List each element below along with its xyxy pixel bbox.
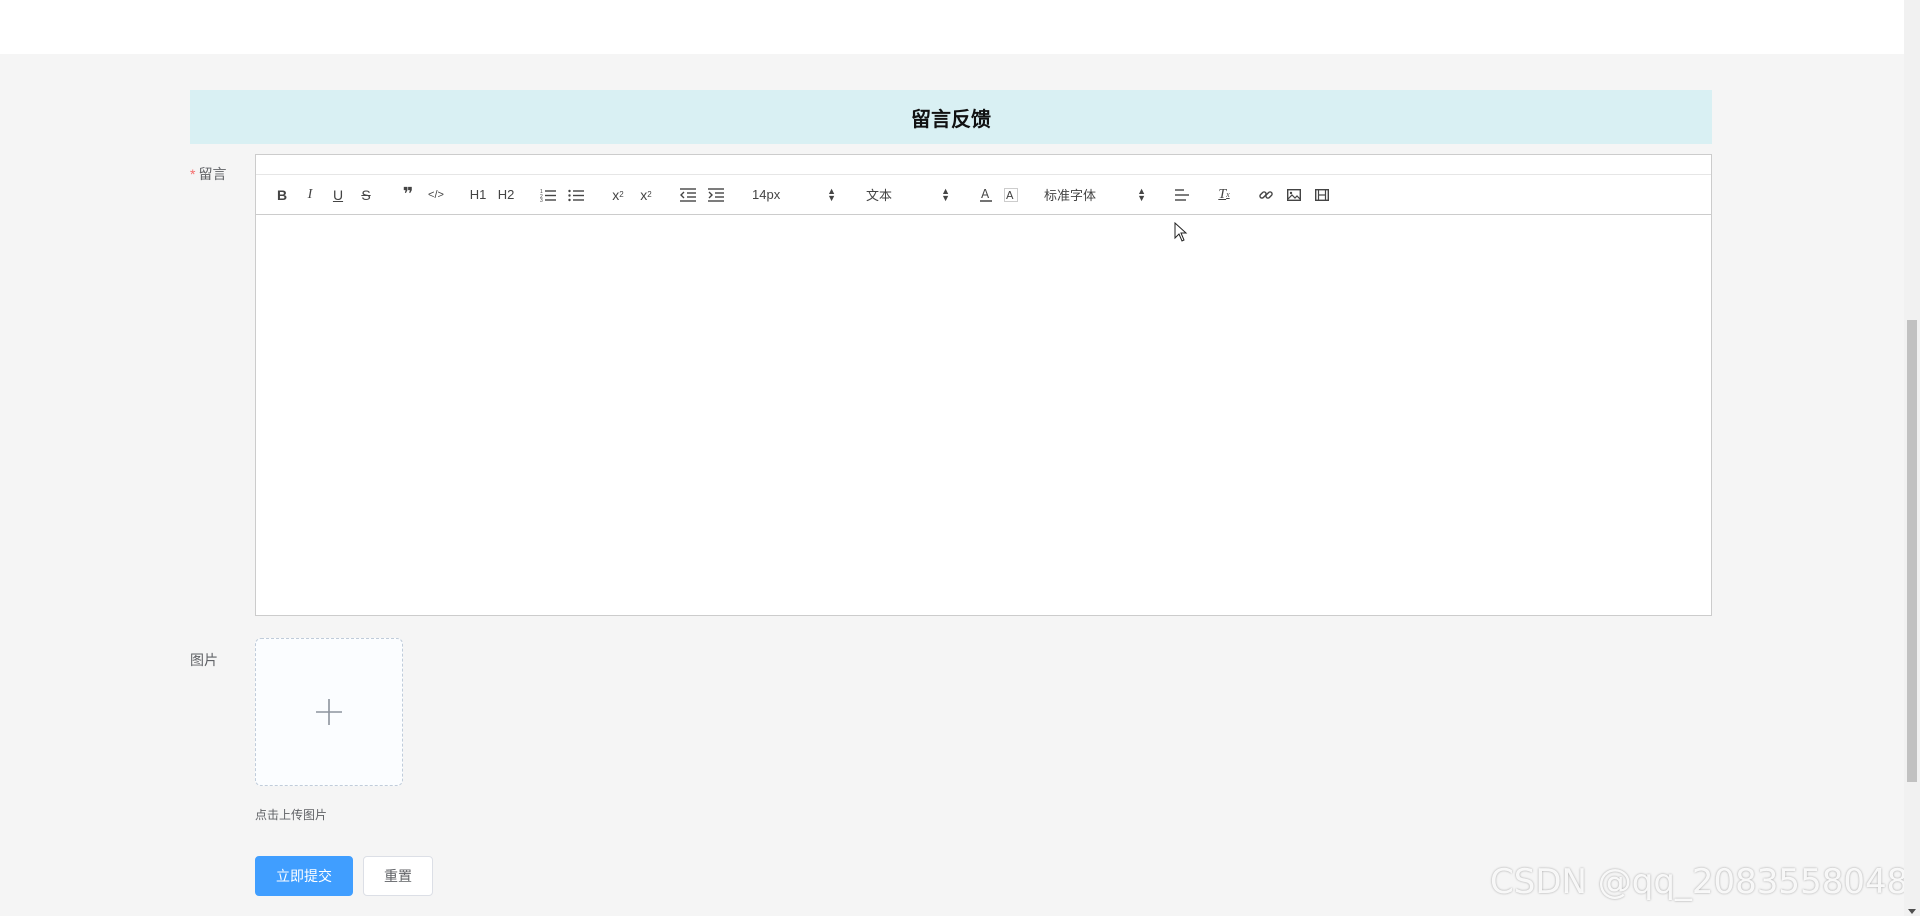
- upload-tip: 点击上传图片: [255, 808, 328, 822]
- editor-top-area: [256, 155, 1711, 175]
- header-select[interactable]: 文本 ▲ ▼: [858, 183, 958, 207]
- underline-icon[interactable]: U: [324, 183, 352, 207]
- align-icon[interactable]: [1168, 183, 1196, 207]
- select-caret-icon: ▲ ▼: [941, 185, 950, 203]
- scrollbar-thumb[interactable]: [1907, 320, 1917, 782]
- strike-icon[interactable]: S: [352, 183, 380, 207]
- select-caret-icon: ▲ ▼: [1137, 185, 1146, 203]
- video-icon[interactable]: [1308, 183, 1336, 207]
- mouse-cursor-icon: [1174, 222, 1188, 242]
- image-upload-box[interactable]: [255, 638, 403, 786]
- page-title-bar: 留言反馈: [190, 90, 1712, 144]
- font-size-select[interactable]: 14px ▲ ▼: [744, 183, 844, 207]
- background-color-icon[interactable]: A: [1000, 183, 1022, 207]
- submit-button[interactable]: 立即提交: [255, 856, 353, 896]
- superscript-icon[interactable]: x2: [632, 183, 660, 207]
- font-family-select[interactable]: 标准字体 ▲ ▼: [1036, 183, 1154, 207]
- plus-icon: [316, 699, 342, 725]
- bold-icon[interactable]: B: [268, 183, 296, 207]
- indent-icon[interactable]: [702, 183, 730, 207]
- subscript-icon[interactable]: x2: [604, 183, 632, 207]
- outdent-icon[interactable]: [674, 183, 702, 207]
- link-icon[interactable]: [1252, 183, 1280, 207]
- rich-text-editor: B I U S ❞ </> H1 H2 123 x2 x2 14px ▲ ▼ 文…: [255, 154, 1712, 616]
- editor-content-area[interactable]: [256, 216, 1711, 615]
- image-icon[interactable]: [1280, 183, 1308, 207]
- italic-icon[interactable]: I: [296, 183, 324, 207]
- bullet-list-icon[interactable]: [562, 183, 590, 207]
- select-caret-icon: ▲ ▼: [827, 185, 836, 203]
- page-scrollbar[interactable]: [1904, 0, 1920, 916]
- required-mark: *: [190, 166, 196, 182]
- blockquote-icon[interactable]: ❞: [394, 183, 422, 207]
- scroll-down-arrow-icon[interactable]: [1908, 909, 1916, 914]
- h1-button[interactable]: H1: [464, 183, 492, 207]
- text-color-icon[interactable]: A: [972, 183, 1000, 207]
- watermark: CSDN @qq_2083558048: [1490, 862, 1909, 902]
- svg-text:A: A: [981, 187, 990, 201]
- top-header-bar: [0, 0, 1904, 54]
- reset-button[interactable]: 重置: [363, 856, 433, 896]
- ordered-list-icon[interactable]: 123: [534, 183, 562, 207]
- message-label: * 留言: [190, 166, 227, 182]
- svg-text:A: A: [1006, 189, 1014, 202]
- editor-toolbar: B I U S ❞ </> H1 H2 123 x2 x2 14px ▲ ▼ 文…: [256, 175, 1711, 215]
- h2-button[interactable]: H2: [492, 183, 520, 207]
- code-block-icon[interactable]: </>: [422, 183, 450, 207]
- clean-format-icon[interactable]: Tx: [1210, 183, 1238, 207]
- page-title: 留言反馈: [911, 108, 991, 131]
- image-label: 图片: [190, 652, 218, 668]
- svg-text:3: 3: [540, 198, 543, 202]
